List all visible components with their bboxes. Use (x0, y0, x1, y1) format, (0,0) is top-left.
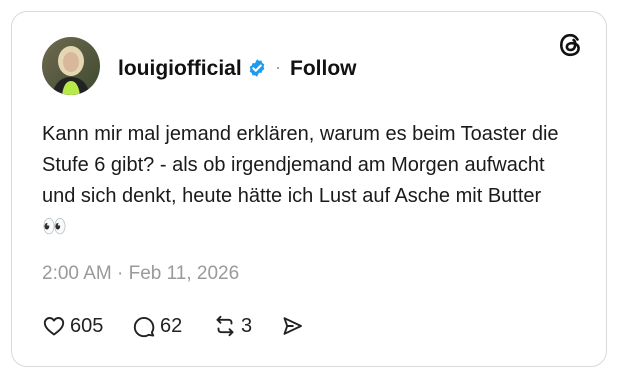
separator-dot: · (275, 57, 281, 77)
reply-count: 62 (160, 314, 183, 337)
post-timestamp[interactable]: 2:00 AM · Feb 11, 2026 (42, 263, 239, 285)
follow-button[interactable]: Follow (290, 57, 357, 81)
share-button[interactable] (280, 313, 304, 339)
reply-bubble-icon (133, 316, 155, 338)
heart-icon (43, 317, 65, 336)
repost-icon (216, 315, 234, 337)
share-icon (283, 317, 302, 335)
verified-badge-icon (249, 59, 265, 77)
reply-button[interactable]: 62 (132, 313, 182, 339)
like-button[interactable]: 605 (42, 313, 103, 339)
post-text: Kann mir mal jemand erklären, warum es b… (42, 123, 559, 238)
repost-count: 3 (241, 314, 253, 337)
threads-icon[interactable] (557, 31, 585, 59)
like-count: 605 (70, 314, 104, 337)
repost-button[interactable]: 3 (213, 313, 252, 339)
avatar[interactable] (42, 37, 100, 95)
username[interactable]: louigiofficial (118, 57, 242, 81)
